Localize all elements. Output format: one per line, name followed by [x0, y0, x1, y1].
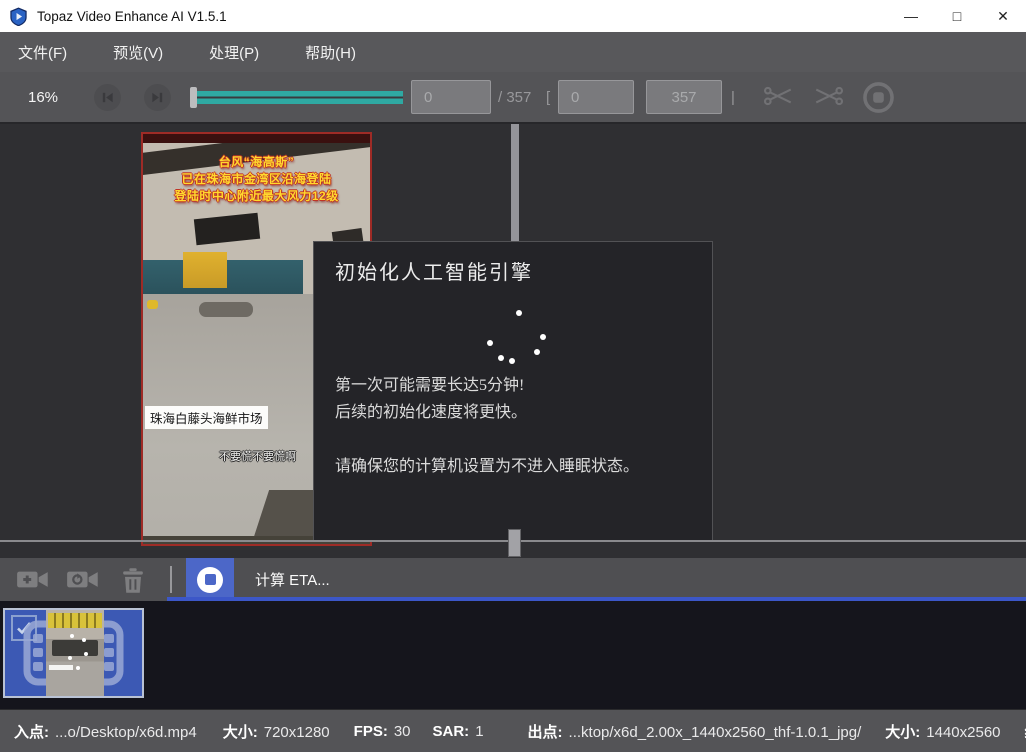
- range-open-bracket: [: [546, 72, 550, 122]
- video-scene-topstrip: [143, 134, 370, 143]
- status-out-point: 出点: ...ktop/x6d_2.00x_1440x2560_thf-1.0.1…: [528, 721, 862, 742]
- scissors-out-icon: [812, 83, 844, 109]
- in-point-value: ...o/Desktop/x6d.mp4: [55, 724, 197, 741]
- reload-video-button[interactable]: [66, 567, 100, 597]
- fps-label: FPS:: [354, 723, 388, 740]
- window-controls: — □ ✕: [888, 0, 1026, 32]
- init-engine-dialog: 初始化人工智能引擎 第一次可能需要长达5分钟! 后续的初始化速度将更快。 请确保…: [313, 241, 713, 541]
- stop-processing-button[interactable]: [186, 558, 234, 601]
- range-close-bracket: |: [731, 72, 735, 122]
- total-frames-label: / 357: [498, 72, 531, 122]
- stop-preview-button[interactable]: [862, 81, 895, 119]
- overlay-line-2: 已在珠海市金湾区沿海登陆: [143, 171, 370, 188]
- menu-help[interactable]: 帮助(H): [291, 32, 370, 72]
- thumbnail-strip: [0, 601, 1026, 709]
- scissors-in-icon: [763, 83, 795, 109]
- split-divider-handle[interactable]: [508, 529, 521, 557]
- video-scene-debris: [147, 300, 158, 309]
- zoom-level-label: 16%: [28, 72, 58, 122]
- timeline-track: [197, 91, 403, 104]
- cut-in-button[interactable]: [763, 83, 795, 114]
- in-point-label: 入点:: [14, 724, 49, 741]
- close-button[interactable]: ✕: [980, 0, 1026, 32]
- title-bar: Topaz Video Enhance AI V1.5.1 — □ ✕: [0, 0, 1026, 32]
- menu-file[interactable]: 文件(F): [4, 32, 81, 72]
- fps-value: 30: [394, 723, 411, 740]
- status-fps: FPS: 30: [354, 723, 411, 740]
- reload-video-icon: [66, 567, 100, 592]
- video-location-label: 珠海白藤头海鲜市场: [145, 406, 268, 429]
- overlay-line-3: 登陆时中心附近最大风力12级: [143, 188, 370, 205]
- add-video-icon: [16, 567, 50, 592]
- current-frame-input[interactable]: [411, 80, 491, 114]
- trim-end-input[interactable]: [646, 80, 722, 114]
- window-title: Topaz Video Enhance AI V1.5.1: [37, 9, 227, 24]
- sar-value: 1: [475, 723, 483, 740]
- out-point-label: 出点:: [528, 724, 563, 741]
- status-bar: 入点: ...o/Desktop/x6d.mp4 大小: 720x1280 FPS:…: [0, 709, 1026, 752]
- skip-start-icon: [100, 90, 115, 105]
- dialog-title: 初始化人工智能引擎: [335, 256, 533, 285]
- dialog-body: 第一次可能需要长达5分钟! 后续的初始化速度将更快。 请确保您的计算机设置为不进…: [335, 372, 639, 480]
- skip-end-icon: [150, 90, 165, 105]
- dialog-body-line-3: [335, 426, 639, 453]
- process-toolbar: 计算 ETA...: [0, 558, 1026, 601]
- out-size-value: 1440x2560: [926, 724, 1000, 741]
- eta-status-text: 计算 ETA...: [255, 558, 330, 601]
- dialog-body-line-1: 第一次可能需要长达5分钟!: [335, 372, 639, 399]
- skip-to-end-button[interactable]: [144, 84, 171, 111]
- sar-label: SAR:: [433, 723, 470, 740]
- out-point-value: ...ktop/x6d_2.00x_1440x2560_thf-1.0.1_jp…: [569, 724, 862, 741]
- add-video-button[interactable]: [16, 567, 50, 597]
- dialog-body-line-4: 请确保您的计算机设置为不进入睡眠状态。: [335, 453, 639, 480]
- app-logo-icon: [9, 7, 28, 26]
- processing-progress-line: [167, 597, 1026, 601]
- playback-toolbar: 16% / 357 [ |: [0, 72, 1026, 124]
- menu-bar: 文件(F) 预览(V) 处理(P) 帮助(H): [0, 32, 1026, 72]
- status-in-point: 入点: ...o/Desktop/x6d.mp4: [14, 721, 197, 742]
- video-thumbnail-selected[interactable]: [3, 608, 144, 698]
- stop-processing-icon: [197, 567, 223, 593]
- timeline-slider[interactable]: [190, 72, 406, 122]
- trash-icon: [119, 567, 147, 594]
- status-in-size: 大小: 720x1280: [223, 721, 330, 742]
- stop-circle-icon: [862, 81, 895, 114]
- in-size-value: 720x1280: [264, 724, 330, 741]
- status-out-size: 大小: 1440x2560: [885, 721, 1000, 742]
- minimize-button[interactable]: —: [888, 0, 934, 32]
- video-scene-car: [199, 302, 253, 317]
- topaz-video-enhance-window: Topaz Video Enhance AI V1.5.1 — □ ✕ 文件(F…: [0, 0, 1026, 752]
- video-caption: 不要慌不要慌啊: [219, 448, 296, 464]
- menu-process[interactable]: 处理(P): [195, 32, 273, 72]
- toolbar-divider: [170, 566, 172, 593]
- cut-out-button[interactable]: [812, 83, 844, 114]
- maximize-button[interactable]: □: [934, 0, 980, 32]
- timeline-handle[interactable]: [190, 87, 197, 108]
- skip-to-start-button[interactable]: [94, 84, 121, 111]
- out-size-label: 大小:: [885, 724, 920, 741]
- video-scene-block: [194, 213, 260, 246]
- dialog-body-line-2: 后续的初始化速度将更快。: [335, 399, 639, 426]
- main-preview-area: 台风“海高斯” 已在珠海市金湾区沿海登陆 登陆时中心附近最大风力12级 珠海白藤…: [0, 124, 1026, 558]
- video-overlay-text: 台风“海高斯” 已在珠海市金湾区沿海登陆 登陆时中心附近最大风力12级: [143, 154, 370, 205]
- trim-start-input[interactable]: [558, 80, 634, 114]
- video-scene-truck: [183, 252, 227, 288]
- thumbnail-image: [46, 610, 104, 696]
- status-sar: SAR: 1: [433, 723, 484, 740]
- in-size-label: 大小:: [223, 724, 258, 741]
- overlay-line-1: 台风“海高斯”: [143, 154, 370, 171]
- menu-preview[interactable]: 预览(V): [99, 32, 177, 72]
- delete-video-button[interactable]: [119, 567, 147, 599]
